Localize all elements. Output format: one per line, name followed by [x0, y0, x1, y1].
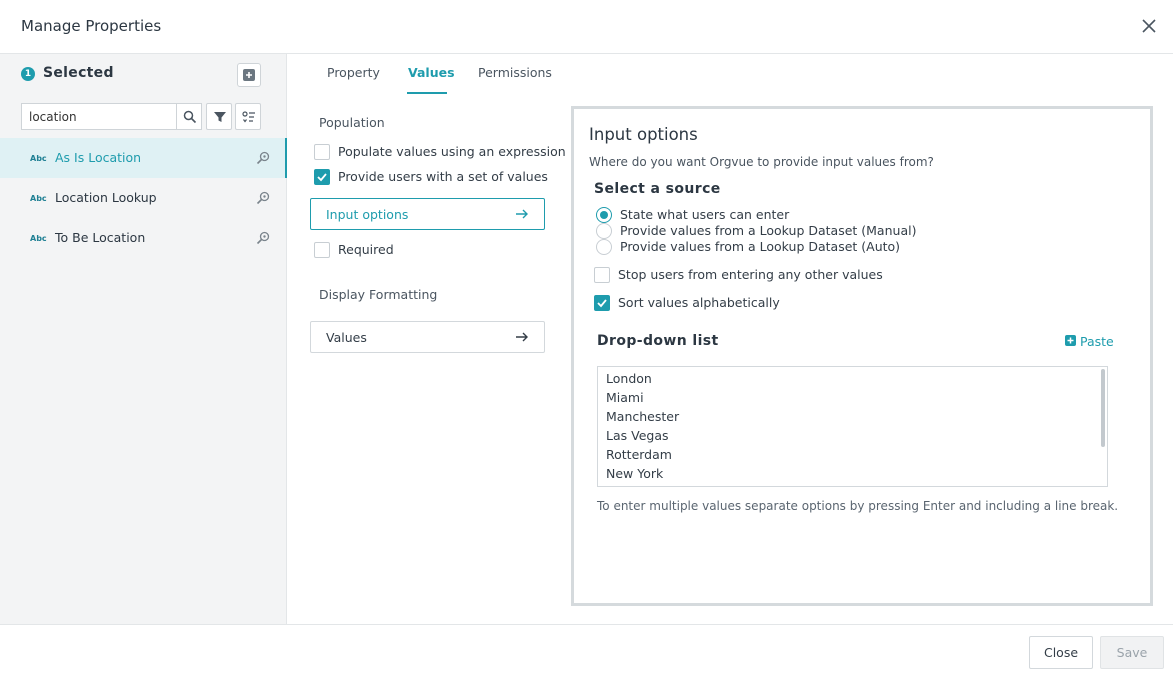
selected-count-badge: 1	[21, 67, 35, 81]
search-input[interactable]	[21, 103, 176, 130]
dropdown-option: Manchester	[606, 409, 680, 424]
filter-button[interactable]	[206, 103, 232, 130]
sort-alphabetically-label: Sort values alphabetically	[618, 295, 780, 310]
plus-icon	[1065, 335, 1076, 346]
dialog-title: Manage Properties	[21, 17, 162, 35]
dropdown-option: London	[606, 371, 652, 386]
property-item-to-be-location[interactable]: Abc To Be Location	[0, 218, 287, 258]
input-options-button[interactable]: Input options	[310, 198, 545, 230]
filter-icon	[214, 112, 226, 122]
dropdown-scrollbar[interactable]	[1101, 369, 1105, 447]
arrow-right-icon	[516, 209, 528, 219]
provide-set-label: Provide users with a set of values	[338, 169, 548, 184]
zoom-icon[interactable]	[256, 191, 270, 205]
required-checkbox[interactable]	[314, 242, 330, 258]
dropdown-option: Rotterdam	[606, 447, 672, 462]
stop-other-values-checkbox[interactable]	[594, 267, 610, 283]
dropdown-option: Miami	[606, 390, 644, 405]
source-label-lookup-auto: Provide values from a Lookup Dataset (Au…	[620, 239, 901, 254]
values-format-label: Values	[326, 330, 367, 345]
source-radio-lookup-auto[interactable]	[596, 239, 612, 255]
dropdown-option: Las Vegas	[606, 428, 669, 443]
source-label-lookup-manual: Provide values from a Lookup Dataset (Ma…	[620, 223, 917, 238]
select-source-heading: Select a source	[594, 181, 721, 197]
values-format-button[interactable]: Values	[310, 321, 545, 353]
arrow-right-icon	[516, 332, 528, 342]
dropdown-option: New York	[606, 466, 664, 481]
populate-expression-checkbox[interactable]	[314, 144, 330, 160]
sort-alphabetically-checkbox[interactable]	[594, 295, 610, 311]
zoom-icon[interactable]	[256, 231, 270, 245]
property-item-label: To Be Location	[55, 230, 146, 245]
stop-other-values-label: Stop users from entering any other value…	[618, 267, 883, 282]
dropdown-hint: To enter multiple values separate option…	[597, 499, 1119, 513]
source-label-state: State what users can enter	[620, 207, 790, 222]
tab-permissions[interactable]: Permissions	[478, 65, 552, 80]
zoom-icon[interactable]	[256, 151, 270, 165]
sidebar: 1 Selected Abc As Is Location Abc Locati…	[0, 54, 287, 624]
tab-property[interactable]: Property	[327, 65, 380, 80]
display-formatting-heading: Display Formatting	[319, 287, 438, 302]
text-type-badge: Abc	[30, 154, 47, 163]
sort-icon	[242, 111, 255, 123]
paste-label: Paste	[1080, 334, 1114, 349]
property-item-label: Location Lookup	[55, 190, 157, 205]
search-button[interactable]	[176, 103, 202, 130]
dialog-header: Manage Properties	[0, 0, 1173, 54]
close-button[interactable]: Close	[1029, 636, 1093, 669]
active-tab-indicator	[407, 92, 447, 94]
populate-expression-label: Populate values using an expression	[338, 144, 566, 159]
source-radio-lookup-manual[interactable]	[596, 223, 612, 239]
add-property-button[interactable]	[237, 63, 261, 87]
dialog-footer: Close Save	[0, 624, 1173, 675]
input-options-subtitle: Where do you want Orgvue to provide inpu…	[589, 155, 934, 169]
check-icon	[597, 299, 607, 308]
input-options-panel: Input options Where do you want Orgvue t…	[571, 106, 1153, 606]
tab-values[interactable]: Values	[408, 65, 455, 80]
source-radio-state[interactable]	[596, 207, 612, 223]
check-icon	[317, 173, 327, 182]
close-icon[interactable]	[1139, 16, 1159, 36]
input-options-label: Input options	[326, 207, 409, 222]
input-options-title: Input options	[589, 125, 698, 144]
dropdown-list-heading: Drop-down list	[597, 333, 719, 349]
dropdown-values-textarea[interactable]: London Miami Manchester Las Vegas Rotter…	[597, 366, 1108, 487]
selected-heading: Selected	[43, 65, 114, 81]
property-item-label: As Is Location	[55, 150, 142, 165]
population-heading: Population	[319, 115, 385, 130]
property-item-as-is-location[interactable]: Abc As Is Location	[0, 138, 287, 178]
save-button[interactable]: Save	[1100, 636, 1164, 669]
required-label: Required	[338, 242, 394, 257]
text-type-badge: Abc	[30, 234, 47, 243]
sort-button[interactable]	[235, 103, 261, 130]
provide-set-checkbox[interactable]	[314, 169, 330, 185]
text-type-badge: Abc	[30, 194, 47, 203]
search-icon	[183, 110, 197, 124]
property-item-location-lookup[interactable]: Abc Location Lookup	[0, 178, 287, 218]
add-icon	[243, 69, 255, 81]
